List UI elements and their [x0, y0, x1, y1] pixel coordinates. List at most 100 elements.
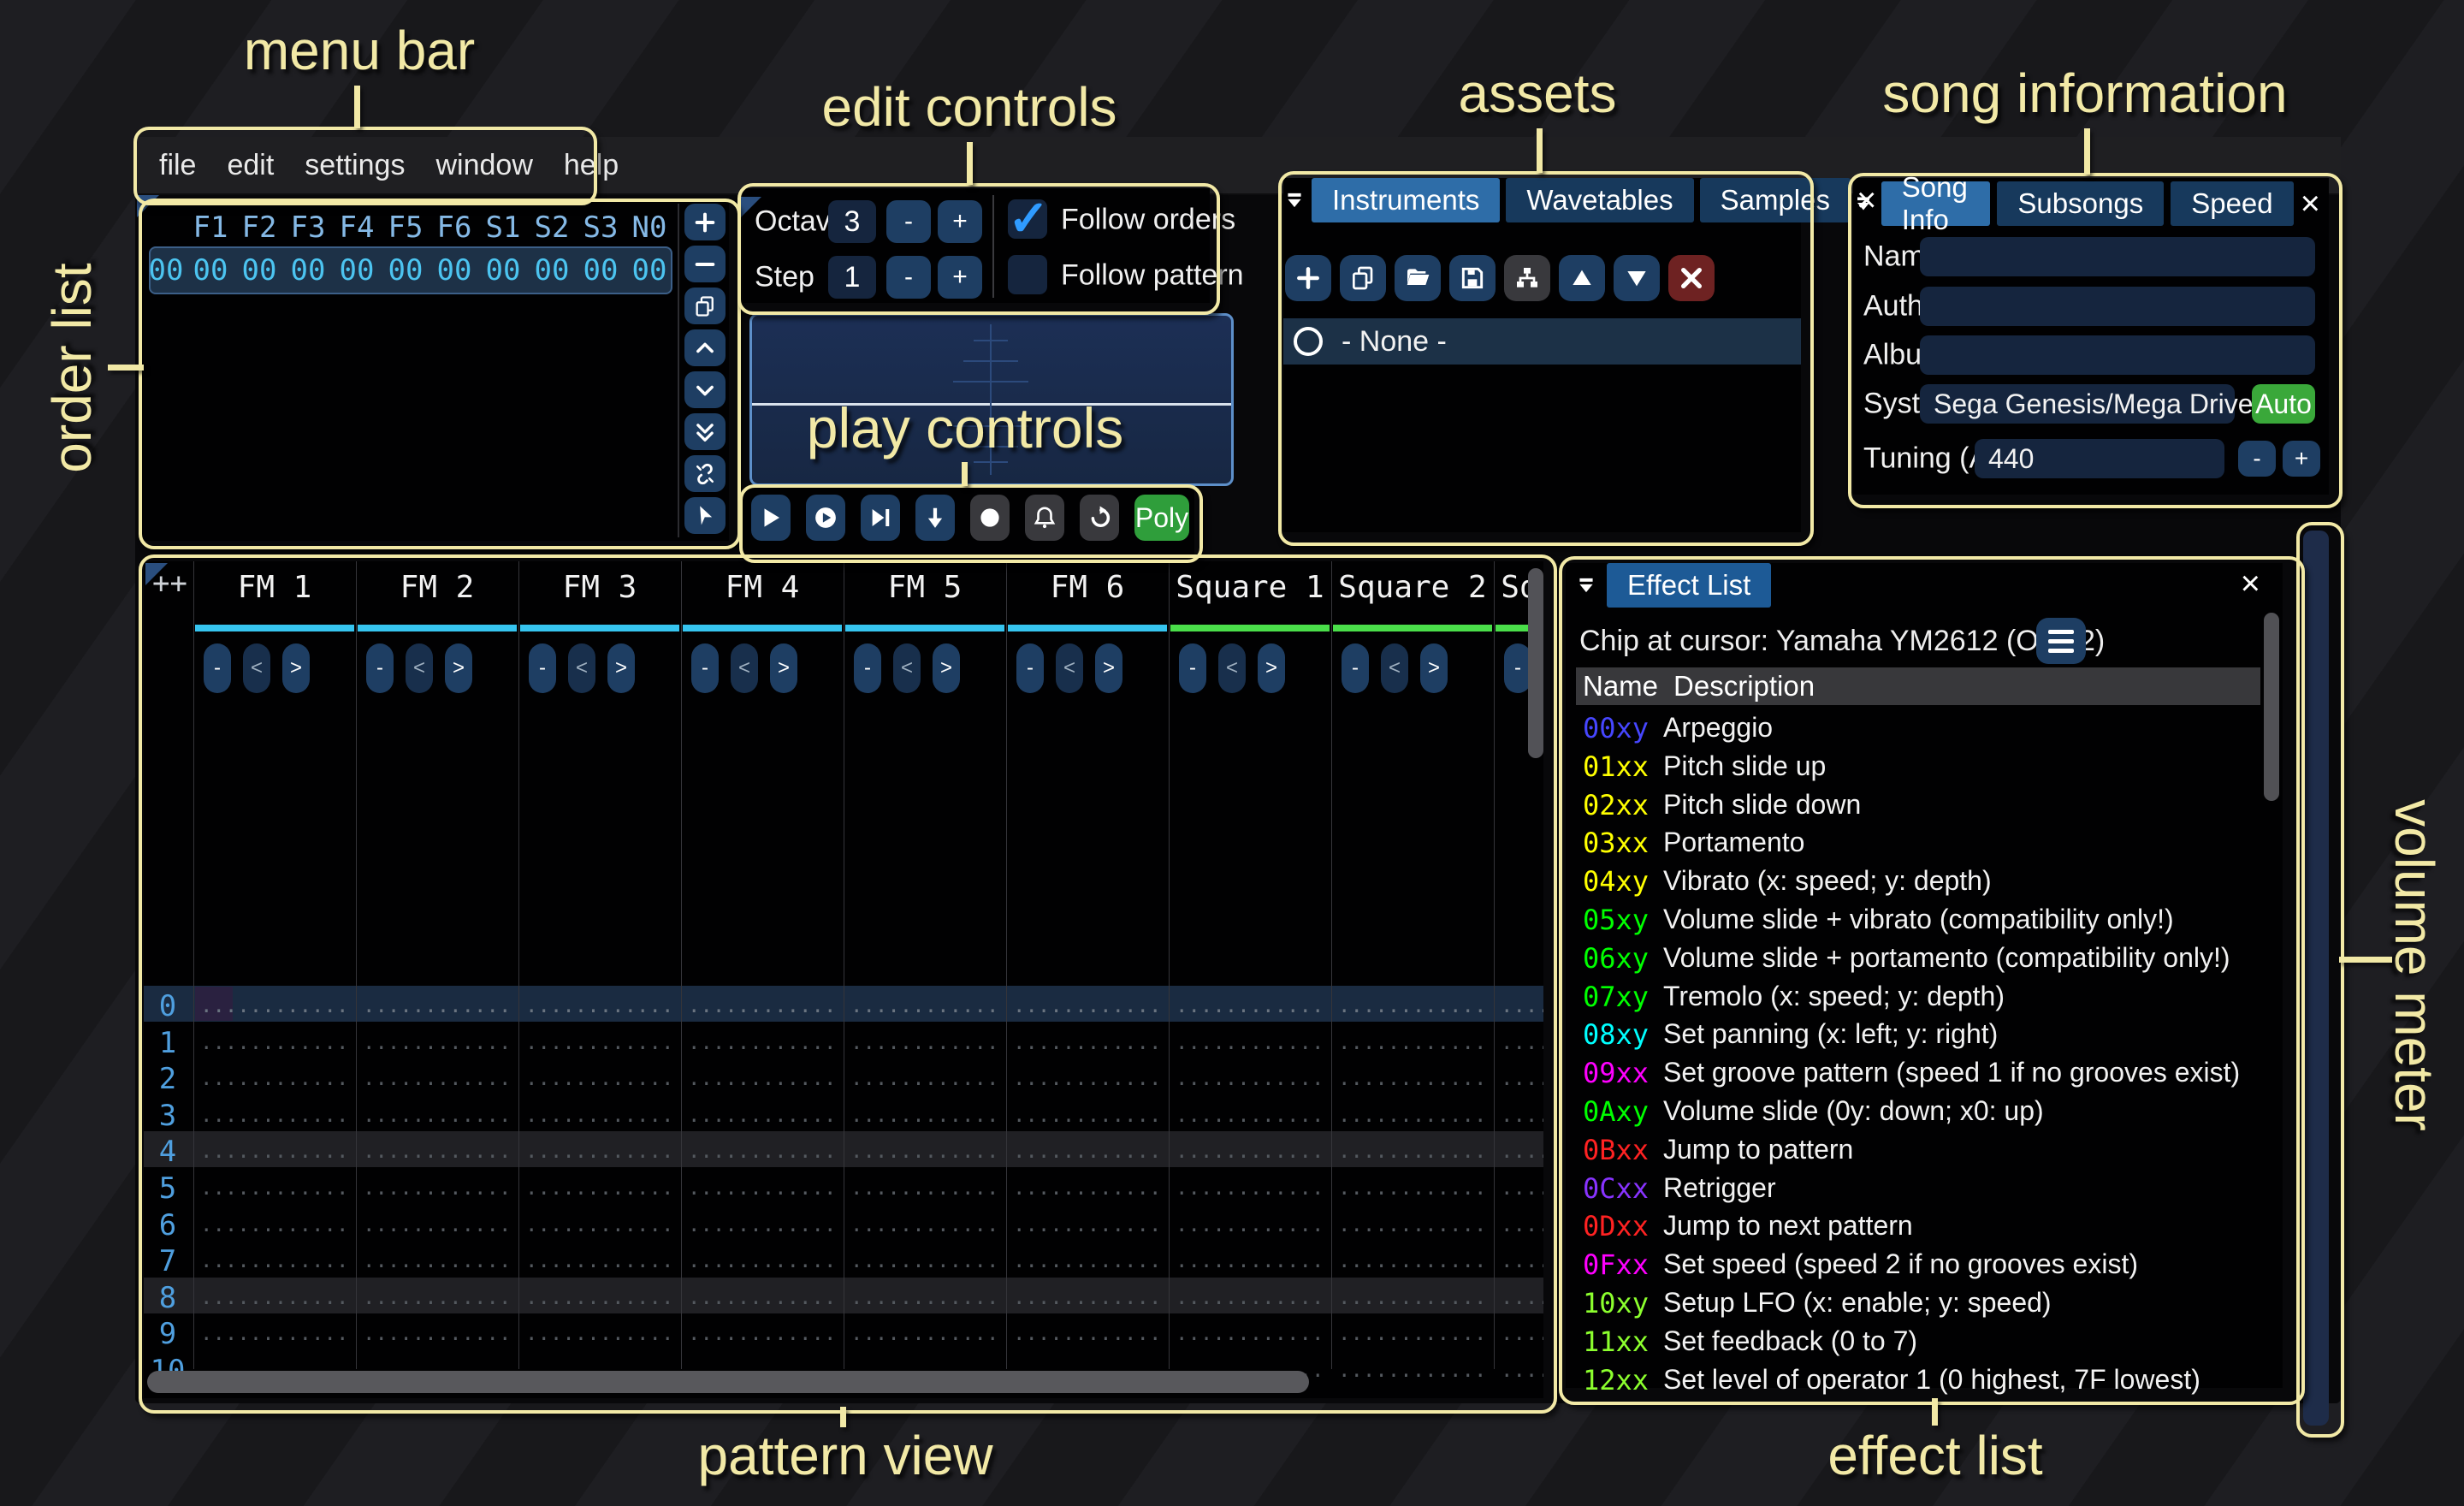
channel-grow-button[interactable]: >	[1095, 643, 1122, 693]
pattern-cell[interactable]: .............	[1501, 993, 1543, 1019]
pattern-cell[interactable]: .............	[1338, 1066, 1490, 1092]
repeat-pattern-button[interactable]	[1080, 495, 1119, 541]
pattern-cell[interactable]: .............	[1501, 1103, 1543, 1129]
tab-subsongs[interactable]: Subsongs	[1997, 181, 2164, 226]
channel-shrink-button[interactable]: <	[568, 643, 595, 693]
menu-item-file[interactable]: file	[159, 149, 196, 182]
effect-code[interactable]: 0Dxx	[1583, 1210, 1649, 1242]
pattern-cell[interactable]: .............	[525, 1176, 678, 1201]
pattern-cell[interactable]: .............	[850, 1321, 1003, 1347]
effect-code[interactable]: 0Axy	[1583, 1095, 1649, 1128]
channel-grow-button[interactable]: >	[282, 643, 310, 693]
pattern-cell[interactable]: .............	[1013, 993, 1165, 1019]
pattern-cell[interactable]: .............	[850, 1213, 1003, 1238]
channel-collapse-button[interactable]: -	[1016, 643, 1044, 693]
pattern-cell[interactable]: .............	[850, 1066, 1003, 1092]
effect-code[interactable]: 05xy	[1583, 904, 1649, 936]
pattern-cell[interactable]: .............	[525, 1066, 678, 1092]
pattern-cell[interactable]: .............	[525, 1139, 678, 1165]
order-move-down-button[interactable]	[684, 371, 726, 408]
collapse-window-icon[interactable]	[1853, 185, 1875, 222]
tab-samples[interactable]: Samples	[1700, 178, 1851, 222]
channel-header-square-2[interactable]: Square 2	[1331, 570, 1494, 605]
effect-code[interactable]: 10xy	[1583, 1287, 1649, 1319]
channel-collapse-button[interactable]: -	[204, 643, 231, 693]
pattern-cell[interactable]: .............	[525, 1213, 678, 1238]
pattern-cell[interactable]: .............	[1501, 1176, 1543, 1201]
channel-collapse-button[interactable]: -	[366, 643, 394, 693]
effect-list-scrollbar[interactable]	[2264, 613, 2279, 801]
channel-header-square-1[interactable]: Square 1	[1169, 570, 1331, 605]
pattern-cell[interactable]: .............	[200, 1103, 352, 1129]
channel-shrink-button[interactable]: <	[1381, 643, 1408, 693]
pattern-horizontal-scrollbar[interactable]	[147, 1371, 1309, 1393]
metronome-bell-button[interactable]	[1025, 495, 1064, 541]
order-cell[interactable]: 00	[235, 253, 283, 288]
asset-tree-view-button[interactable]	[1504, 255, 1550, 301]
song-system-select[interactable]: Sega Genesis/Mega Drive	[1920, 384, 2235, 424]
channel-header-fm-6[interactable]: FM 6	[1006, 570, 1169, 605]
pattern-cell[interactable]: .............	[1338, 1321, 1490, 1347]
asset-add-button[interactable]	[1285, 255, 1331, 301]
effect-code[interactable]: 12xx	[1583, 1364, 1649, 1396]
system-auto-button[interactable]: Auto	[2252, 384, 2315, 424]
pattern-cell[interactable]: .............	[850, 993, 1003, 1019]
pattern-cell[interactable]: .............	[1501, 1139, 1543, 1165]
effect-code[interactable]: 01xx	[1583, 750, 1649, 783]
play-button[interactable]	[751, 495, 791, 541]
order-duplicate-button[interactable]	[684, 288, 726, 324]
pattern-cell[interactable]: .............	[363, 1176, 515, 1201]
close-icon[interactable]: ×	[2241, 565, 2260, 603]
channel-header-fm-2[interactable]: FM 2	[356, 570, 518, 605]
pattern-cell[interactable]: .............	[688, 1103, 840, 1129]
order-move-to-bottom-button[interactable]	[684, 413, 726, 450]
order-move-up-button[interactable]	[684, 329, 726, 366]
pattern-cell[interactable]: .............	[1013, 1103, 1165, 1129]
effect-code[interactable]: 07xy	[1583, 981, 1649, 1013]
effect-code[interactable]: 09xx	[1583, 1057, 1649, 1089]
step-plus-button[interactable]: +	[938, 256, 982, 299]
pattern-cell[interactable]: .............	[1176, 1030, 1328, 1056]
octave-plus-button[interactable]: +	[938, 200, 982, 243]
pattern-cell[interactable]: .............	[1338, 993, 1490, 1019]
channel-shrink-button[interactable]: <	[893, 643, 921, 693]
pattern-cell[interactable]: .............	[688, 1213, 840, 1238]
pattern-cell[interactable]: .............	[850, 1176, 1003, 1201]
pattern-cell[interactable]: .............	[525, 993, 678, 1019]
follow-orders-checkbox[interactable]: ✓	[1008, 199, 1047, 239]
pattern-cell[interactable]: .............	[1501, 1030, 1543, 1056]
channel-header-fm-5[interactable]: FM 5	[844, 570, 1006, 605]
pattern-cell[interactable]: .............	[1176, 1321, 1328, 1347]
pattern-cell[interactable]: .............	[1501, 1358, 1543, 1384]
pattern-cell[interactable]: .............	[1013, 1030, 1165, 1056]
pattern-cell[interactable]: .............	[850, 1103, 1003, 1129]
channel-header-fm-4[interactable]: FM 4	[681, 570, 844, 605]
collapse-window-icon[interactable]	[1566, 566, 1607, 604]
pattern-cell[interactable]: .............	[1338, 1248, 1490, 1274]
order-cell[interactable]: 00	[187, 253, 234, 288]
pattern-cell[interactable]: .............	[363, 1248, 515, 1274]
channel-grow-button[interactable]: >	[1258, 643, 1285, 693]
order-cell[interactable]: 00	[382, 253, 429, 288]
tab-effect-list[interactable]: Effect List	[1607, 563, 1771, 608]
asset-save-button[interactable]	[1449, 255, 1496, 301]
pattern-cell[interactable]: .............	[1176, 1103, 1328, 1129]
collapse-window-icon[interactable]	[1283, 181, 1306, 219]
pattern-cell[interactable]: .............	[1338, 1103, 1490, 1129]
pattern-cell[interactable]: .............	[200, 1285, 352, 1311]
pattern-cell[interactable]: .............	[1176, 993, 1328, 1019]
pattern-cell[interactable]: .............	[200, 1066, 352, 1092]
pattern-cell[interactable]: .............	[688, 1066, 840, 1092]
order-cell[interactable]: 00	[528, 253, 576, 288]
step-down-button[interactable]	[915, 495, 955, 541]
effect-code[interactable]: 08xy	[1583, 1018, 1649, 1051]
pattern-cell[interactable]: .............	[1338, 1176, 1490, 1201]
pattern-cell[interactable]: .............	[200, 1030, 352, 1056]
pattern-cell[interactable]: .............	[363, 993, 515, 1019]
pattern-cell[interactable]: .............	[200, 993, 352, 1019]
pattern-cell[interactable]: .............	[363, 1213, 515, 1238]
pattern-cell[interactable]: .............	[850, 1285, 1003, 1311]
step-minus-button[interactable]: -	[886, 256, 931, 299]
asset-list-selected-row[interactable]: - None -	[1283, 318, 1801, 365]
pattern-cell[interactable]: .............	[688, 1285, 840, 1311]
